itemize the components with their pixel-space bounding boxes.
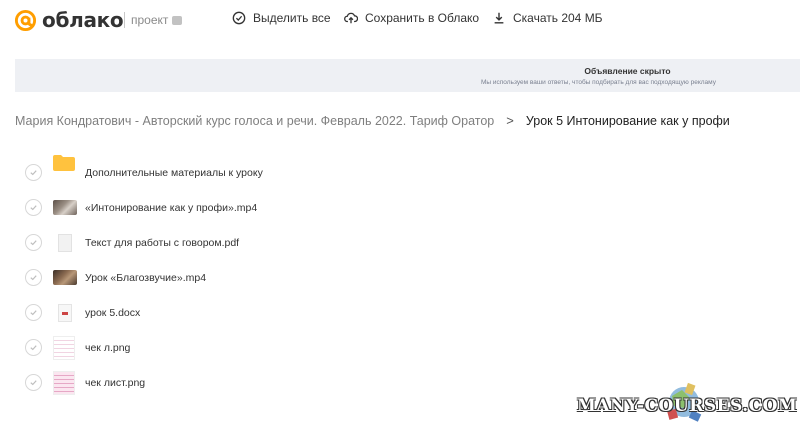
select-checkbox[interactable] (25, 199, 42, 216)
logo-text: облако (42, 8, 124, 32)
list-item-folder[interactable]: Дополнительные материалы к уроку (0, 155, 800, 190)
breadcrumb: Мария Кондратович - Авторский курс голос… (15, 113, 730, 128)
download-icon (494, 12, 504, 24)
pdf-file-icon (58, 233, 72, 252)
project-badge-icon (172, 15, 183, 25)
file-name: урок 5.docx (85, 306, 141, 319)
breadcrumb-current: Урок 5 Интонирование как у профи (525, 113, 730, 128)
download-label: Скачать 204 МБ (513, 11, 603, 25)
project-text: проект (131, 13, 169, 27)
file-name: чек лист.png (85, 376, 146, 389)
oblako-logo[interactable]: облако (14, 8, 124, 32)
ad-subtitle: Мы используем ваши ответы, чтобы подбира… (481, 79, 716, 86)
image-thumbnail (53, 370, 75, 395)
check-icon (30, 380, 37, 386)
list-item-pdf[interactable]: Текст для работы с говором.pdf (0, 225, 800, 260)
select-checkbox[interactable] (25, 234, 42, 251)
project-label: проект (131, 13, 183, 27)
top-toolbar: облако проект Выделить все Сохранить в О… (0, 0, 800, 42)
select-checkbox[interactable] (25, 304, 42, 321)
watermark-text: MANY-COURSES.COM (577, 396, 798, 416)
select-checkbox[interactable] (25, 339, 42, 356)
select-all-label: Выделить все (253, 11, 331, 25)
file-name: Текст для работы с говором.pdf (85, 236, 240, 249)
logo-divider (124, 12, 125, 28)
check-icon (30, 205, 37, 211)
download-button[interactable]: Скачать 204 МБ (492, 11, 603, 25)
cloud-upload-icon (344, 12, 358, 24)
list-item-video[interactable]: «Интонирование как у профи».mp4 (0, 190, 800, 225)
select-checkbox[interactable] (25, 269, 42, 286)
chevron-right-icon: > (506, 113, 514, 128)
file-name: чек л.png (85, 341, 131, 354)
file-name: Дополнительные материалы к уроку (85, 166, 263, 179)
video-thumbnail (53, 270, 77, 285)
select-all-button[interactable]: Выделить все (232, 11, 331, 25)
check-icon (30, 310, 37, 316)
file-name: «Интонирование как у профи».mp4 (85, 201, 258, 214)
hidden-ad-banner: Объявление скрыто Мы используем ваши отв… (15, 59, 800, 92)
list-item-image[interactable]: чек л.png (0, 330, 800, 365)
check-circle-icon (232, 11, 246, 25)
check-icon (30, 345, 37, 351)
select-checkbox[interactable] (25, 374, 42, 391)
video-thumbnail (53, 200, 77, 215)
at-sign-icon (14, 9, 37, 32)
ad-title: Объявление скрыто (584, 66, 671, 76)
list-item-docx[interactable]: урок 5.docx (0, 295, 800, 330)
file-name: Урок «Благозвучие».mp4 (85, 271, 207, 284)
check-icon (30, 170, 37, 176)
save-to-cloud-label: Сохранить в Облако (365, 11, 480, 25)
docx-file-icon (58, 303, 72, 322)
list-item-video[interactable]: Урок «Благозвучие».mp4 (0, 260, 800, 295)
folder-icon (53, 155, 75, 171)
select-checkbox[interactable] (25, 164, 42, 181)
image-thumbnail (53, 335, 75, 360)
check-icon (30, 275, 37, 281)
breadcrumb-parent-link[interactable]: Мария Кондратович - Авторский курс голос… (15, 114, 494, 128)
save-to-cloud-button[interactable]: Сохранить в Облако (344, 11, 479, 25)
check-icon (30, 240, 37, 246)
